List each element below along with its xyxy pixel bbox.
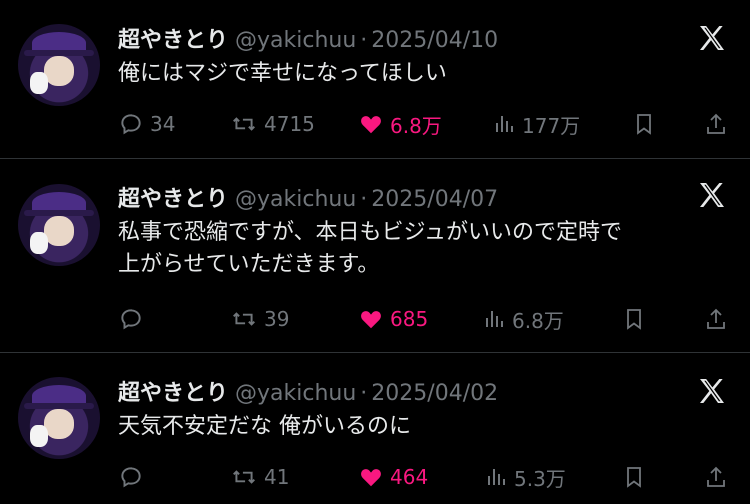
avatar-glove [30, 232, 48, 254]
tweet-text-line: 上がらせていただきます。 [118, 252, 380, 277]
share-button[interactable] [704, 305, 728, 333]
x-logo-icon [700, 26, 724, 50]
reply-icon [121, 467, 141, 488]
separator-dot: · [360, 28, 368, 53]
avatar-face [44, 56, 74, 86]
reply-count: 34 [150, 112, 176, 136]
reply-icon [121, 114, 141, 135]
tweet-date[interactable]: 2025/04/10 [371, 28, 498, 53]
tweet-header: 超やきとり @yakichuu · 2025/04/07 [118, 181, 498, 213]
tweet-text: 俺にはマジで幸せになってほしい [118, 58, 728, 90]
tweet-actions: 41 464 5.3万 [118, 463, 728, 491]
bookmark-button[interactable] [622, 305, 646, 333]
reply-button[interactable] [118, 463, 150, 491]
retweet-count: 4715 [264, 112, 315, 136]
bookmark-icon [627, 467, 641, 488]
x-logo-icon [700, 183, 724, 207]
like-button[interactable]: 685 [358, 305, 428, 333]
like-count: 464 [390, 465, 429, 489]
heart-icon [361, 469, 381, 487]
tweet-date[interactable]: 2025/04/02 [371, 381, 498, 406]
retweet-button[interactable]: 4715 [230, 110, 315, 138]
retweet-button[interactable]: 41 [230, 463, 289, 491]
tweet-header: 超やきとり @yakichuu · 2025/04/10 [118, 22, 498, 54]
heart-icon [361, 116, 381, 134]
display-name[interactable]: 超やきとり [118, 187, 228, 212]
user-handle[interactable]: @yakichuu [235, 28, 356, 53]
views-count: 5.3万 [514, 466, 566, 491]
bookmark-button[interactable] [632, 110, 656, 138]
views-count: 6.8万 [512, 308, 564, 333]
tweet-text: 私事で恐縮ですが、本日もビジュがいいので定時で 上がらせていただきます。 [118, 217, 728, 281]
reply-button[interactable] [118, 305, 150, 333]
avatar[interactable] [18, 184, 100, 266]
avatar-face [44, 216, 74, 246]
retweet-icon [233, 117, 255, 131]
views-button[interactable]: 6.8万 [482, 305, 564, 333]
avatar[interactable] [18, 377, 100, 459]
avatar-face [44, 409, 74, 439]
avatar[interactable] [18, 24, 100, 106]
retweet-icon [233, 470, 255, 484]
bookmark-button[interactable] [622, 463, 646, 491]
tweet-card[interactable]: 超やきとり @yakichuu · 2025/04/10 俺にはマジで幸せになってほ… [0, 0, 750, 158]
share-icon [707, 113, 725, 134]
heart-icon [361, 311, 381, 329]
views-icon [488, 469, 505, 485]
timeline: 超やきとり @yakichuu · 2025/04/10 俺にはマジで幸せになってほ… [0, 0, 750, 504]
like-button[interactable]: 464 [358, 463, 428, 491]
user-handle[interactable]: @yakichuu [235, 187, 356, 212]
share-icon [707, 308, 725, 329]
tweet-card[interactable]: 超やきとり @yakichuu · 2025/04/07 私事で恐縮ですが、本日もビ… [0, 159, 750, 352]
retweet-count: 39 [264, 307, 290, 331]
separator-dot: · [360, 381, 368, 406]
share-button[interactable] [704, 463, 728, 491]
bookmark-icon [627, 309, 641, 330]
avatar-glove [30, 425, 48, 447]
display-name[interactable]: 超やきとり [118, 28, 228, 53]
tweet-actions: 39 685 6.8万 [118, 305, 728, 333]
views-icon [486, 311, 503, 327]
x-logo-icon [700, 379, 724, 403]
share-button[interactable] [704, 110, 728, 138]
like-button[interactable]: 6.8万 [358, 110, 442, 138]
tweet-date[interactable]: 2025/04/07 [371, 187, 498, 212]
tweet-text-line: 私事で恐縮ですが、本日もビジュがいいので定時で [118, 220, 623, 245]
tweet-text: 天気不安定だな 俺がいるのに [118, 411, 728, 443]
tweet-text-line: 天気不安定だな 俺がいるのに [118, 414, 411, 439]
retweet-count: 41 [264, 465, 290, 489]
share-icon [707, 466, 725, 487]
views-icon [496, 116, 513, 132]
reply-button[interactable]: 34 [118, 110, 175, 138]
views-button[interactable]: 177万 [492, 110, 580, 138]
avatar-glove [30, 72, 48, 94]
user-handle[interactable]: @yakichuu [235, 381, 356, 406]
display-name[interactable]: 超やきとり [118, 381, 228, 406]
views-button[interactable]: 5.3万 [484, 463, 566, 491]
retweet-button[interactable]: 39 [230, 305, 289, 333]
bookmark-icon [637, 114, 651, 135]
tweet-header: 超やきとり @yakichuu · 2025/04/02 [118, 375, 498, 407]
retweet-icon [233, 312, 255, 326]
reply-icon [121, 309, 141, 330]
tweet-card[interactable]: 超やきとり @yakichuu · 2025/04/02 天気不安定だな 俺がいるの… [0, 353, 750, 504]
tweet-text-line: 俺にはマジで幸せになってほしい [118, 61, 447, 86]
like-count: 6.8万 [390, 113, 442, 138]
tweet-actions: 34 4715 6.8万 177万 [118, 110, 728, 138]
separator-dot: · [360, 187, 368, 212]
like-count: 685 [390, 307, 429, 331]
views-count: 177万 [522, 113, 581, 138]
